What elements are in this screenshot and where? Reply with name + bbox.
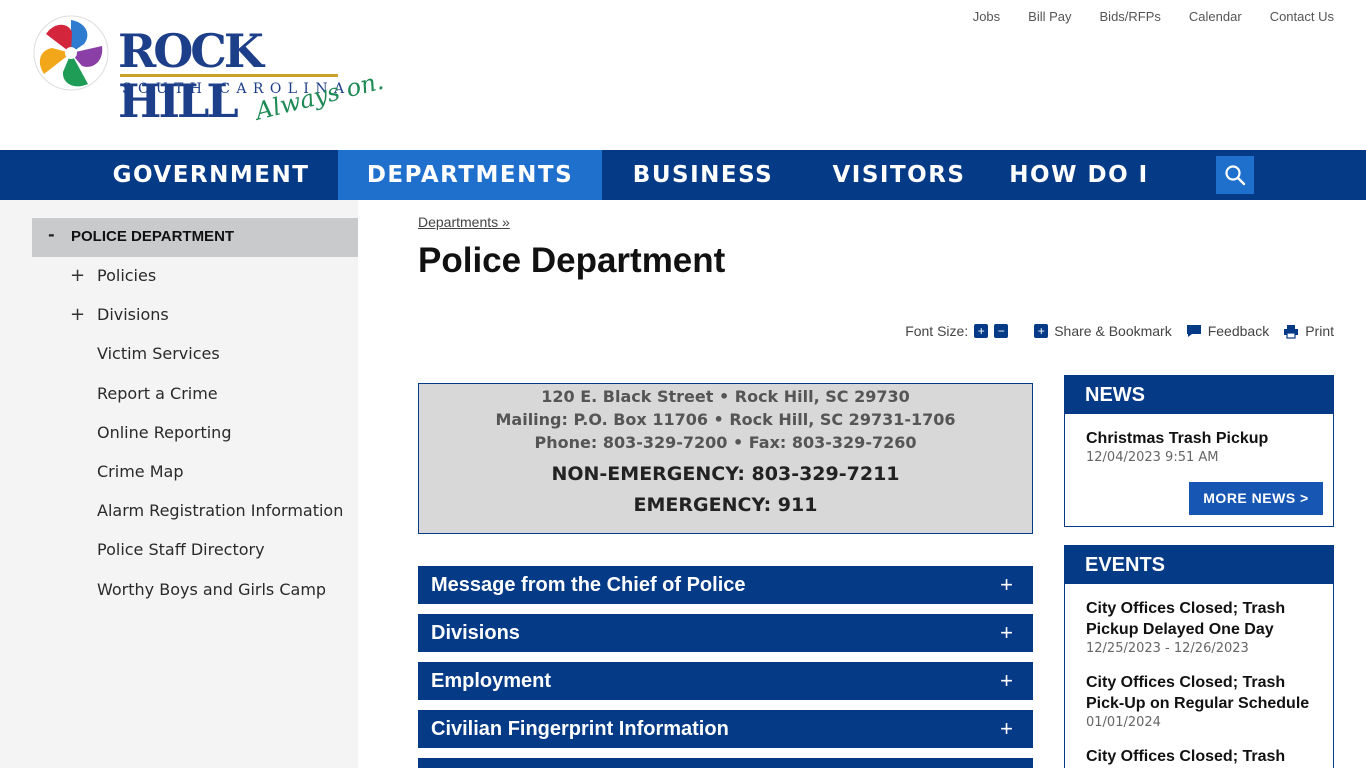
print-button[interactable]: Print <box>1283 323 1334 339</box>
feedback-button[interactable]: Feedback <box>1186 323 1269 339</box>
utility-link-bids[interactable]: Bids/RFPs <box>1100 9 1161 24</box>
event-item-date: 01/01/2024 <box>1086 715 1161 730</box>
event-item-title[interactable]: City Offices Closed; Trash <box>1086 746 1326 767</box>
sidebar-item-divisions[interactable]: Divisions <box>97 305 169 324</box>
logo-emblem-icon <box>33 15 109 91</box>
sidebar-heading-label: POLICE DEPARTMENT <box>71 228 235 245</box>
main-nav: GOVERNMENT DEPARTMENTS BUSINESS VISITORS… <box>0 150 1366 238</box>
accordion-title: Divisions <box>431 622 520 644</box>
news-item-title[interactable]: Christmas Trash Pickup <box>1086 428 1326 449</box>
site-header: ROCK HILL SOUTH CAROLINA Always on. Jobs… <box>0 0 1366 150</box>
news-item-date: 12/04/2023 9:51 AM <box>1086 450 1219 465</box>
contact-phone: Phone: 803-329-7200 • Fax: 803-329-7260 <box>534 433 917 452</box>
search-icon <box>1225 165 1246 186</box>
collapse-icon[interactable]: - <box>48 225 55 244</box>
expand-policies-icon[interactable]: + <box>70 265 85 286</box>
breadcrumb[interactable]: Departments » <box>418 214 510 230</box>
sidebar-item-victim-services[interactable]: Victim Services <box>97 344 220 363</box>
sidebar-item-crime-map[interactable]: Crime Map <box>97 462 183 481</box>
sidebar: - POLICE DEPARTMENT <box>0 200 358 768</box>
accordion-fingerprint[interactable]: Civilian Fingerprint Information + <box>418 710 1033 748</box>
share-label: Share & Bookmark <box>1054 323 1172 339</box>
sidebar-item-report-crime[interactable]: Report a Crime <box>97 384 218 403</box>
contact-mailing: Mailing: P.O. Box 11706 • Rock Hill, SC … <box>495 410 956 429</box>
nav-visitors[interactable]: VISITORS <box>826 150 972 200</box>
accordion-title: Message from the Chief of Police <box>431 574 746 596</box>
printer-icon <box>1283 324 1299 339</box>
sidebar-item-worthy-camp[interactable]: Worthy Boys and Girls Camp <box>97 580 326 599</box>
emergency-number: EMERGENCY: 911 <box>633 494 818 516</box>
expand-icon: + <box>1000 572 1013 597</box>
event-item-title[interactable]: City Offices Closed; Trash Pickup Delaye… <box>1086 598 1326 640</box>
expand-divisions-icon[interactable]: + <box>70 304 85 325</box>
utility-link-contact[interactable]: Contact Us <box>1270 9 1334 24</box>
nav-how-do-i[interactable]: HOW DO I ... <box>996 150 1162 238</box>
event-item-date: 12/25/2023 - 12/26/2023 <box>1086 641 1249 656</box>
sidebar-item-alarm-registration[interactable]: Alarm Registration Information <box>97 501 343 520</box>
utility-link-calendar[interactable]: Calendar <box>1189 9 1242 24</box>
accordion-title: Civilian Fingerprint Information <box>431 718 729 740</box>
nav-business[interactable]: BUSINESS <box>620 150 786 200</box>
nav-departments[interactable]: DEPARTMENTS <box>338 150 602 200</box>
events-heading: EVENTS <box>1065 546 1333 584</box>
rock-hill-logo[interactable]: ROCK HILL SOUTH CAROLINA Always on. <box>30 12 390 142</box>
accordion-divisions[interactable]: Divisions + <box>418 614 1033 652</box>
expand-icon: + <box>1000 620 1013 645</box>
expand-icon: + <box>1000 668 1013 693</box>
search-button[interactable] <box>1216 156 1254 194</box>
sidebar-heading[interactable]: - POLICE DEPARTMENT <box>32 218 358 257</box>
comment-icon <box>1186 324 1202 338</box>
feedback-label: Feedback <box>1207 323 1270 339</box>
utility-link-jobs[interactable]: Jobs <box>973 9 1000 24</box>
accordion-employment[interactable]: Employment + <box>418 662 1033 700</box>
expand-icon: + <box>1000 716 1013 741</box>
logo-underline <box>120 74 338 77</box>
contact-address: 120 E. Black Street • Rock Hill, SC 2973… <box>541 387 910 406</box>
accordion-next-partial[interactable] <box>418 758 1033 768</box>
share-bookmark-button[interactable]: + Share & Bookmark <box>1034 323 1172 339</box>
utility-link-bill-pay[interactable]: Bill Pay <box>1028 9 1071 24</box>
utility-nav: Jobs Bill Pay Bids/RFPs Calendar Contact… <box>973 9 1334 24</box>
sidebar-item-online-reporting[interactable]: Online Reporting <box>97 423 231 442</box>
sidebar-item-staff-directory[interactable]: Police Staff Directory <box>97 540 265 559</box>
font-size-label: Font Size: <box>905 323 969 339</box>
nav-government[interactable]: GOVERNMENT <box>96 150 326 200</box>
font-decrease-button[interactable]: − <box>994 324 1009 338</box>
contact-info-box: 120 E. Black Street • Rock Hill, SC 2973… <box>418 383 1033 534</box>
news-panel: NEWS Christmas Trash Pickup 12/04/2023 9… <box>1064 375 1334 527</box>
print-label: Print <box>1305 323 1334 339</box>
events-panel: EVENTS City Offices Closed; Trash Pickup… <box>1064 545 1334 768</box>
sidebar-item-policies[interactable]: Policies <box>97 266 156 285</box>
share-plus-icon: + <box>1034 324 1049 338</box>
more-news-button[interactable]: MORE NEWS > <box>1189 482 1323 515</box>
news-heading: NEWS <box>1065 376 1333 414</box>
page-title: Police Department <box>418 241 726 280</box>
non-emergency-number: NON-EMERGENCY: 803-329-7211 <box>551 463 900 485</box>
page-tools: Font Size: + − + Share & Bookmark Feedba… <box>905 323 1334 339</box>
event-item-title[interactable]: City Offices Closed; Trash Pick-Up on Re… <box>1086 672 1326 714</box>
accordion-chief-message[interactable]: Message from the Chief of Police + <box>418 566 1033 604</box>
font-increase-button[interactable]: + <box>974 324 989 338</box>
accordion-title: Employment <box>431 670 552 692</box>
